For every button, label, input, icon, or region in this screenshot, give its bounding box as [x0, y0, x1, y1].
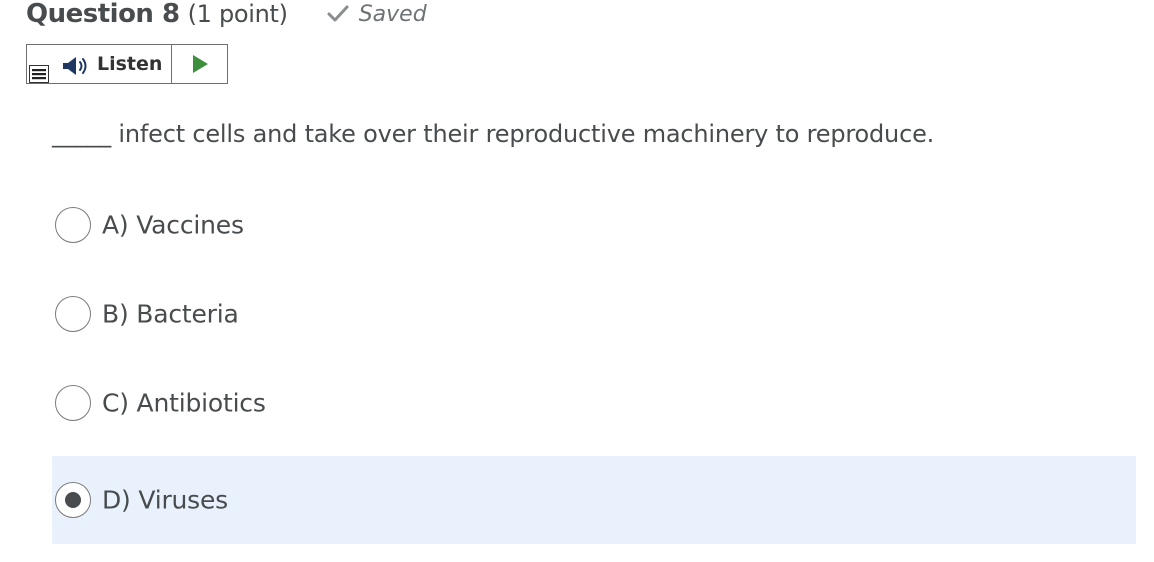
play-icon — [192, 55, 208, 73]
menu-icon[interactable] — [29, 65, 49, 87]
option-a-radio[interactable] — [55, 207, 91, 243]
question-text: _____ infect cells and take over their r… — [52, 120, 935, 148]
option-b-label[interactable]: B) Bacteria — [102, 300, 239, 329]
saved-status: Saved — [326, 2, 427, 27]
question-points: (1 point) — [187, 0, 288, 28]
option-b[interactable]: B) Bacteria — [52, 270, 1136, 358]
play-button[interactable] — [172, 45, 227, 83]
option-c[interactable]: C) Antibiotics — [52, 359, 1136, 447]
option-c-label[interactable]: C) Antibiotics — [102, 389, 266, 418]
option-d[interactable]: D) Viruses — [52, 456, 1136, 544]
option-b-radio[interactable] — [55, 296, 91, 332]
saved-label: Saved — [358, 1, 427, 27]
listen-widget: Listen — [26, 44, 228, 84]
option-d-radio[interactable] — [55, 482, 91, 518]
listen-label: Listen — [97, 53, 163, 75]
option-d-label[interactable]: D) Viruses — [102, 486, 228, 515]
speaker-icon — [61, 55, 93, 81]
question-number: Question 8 — [26, 0, 180, 29]
question-header: Question 8 (1 point) Saved — [26, 0, 427, 30]
checkmark-icon — [327, 5, 349, 22]
radio-selected-dot — [65, 492, 81, 508]
option-c-radio[interactable] — [55, 385, 91, 421]
option-a-label[interactable]: A) Vaccines — [102, 211, 244, 240]
listen-button[interactable]: Listen — [27, 45, 172, 83]
option-a[interactable]: A) Vaccines — [52, 181, 1136, 269]
quiz-question-page: Question 8 (1 point) Saved Listen _____ … — [0, 0, 1154, 562]
